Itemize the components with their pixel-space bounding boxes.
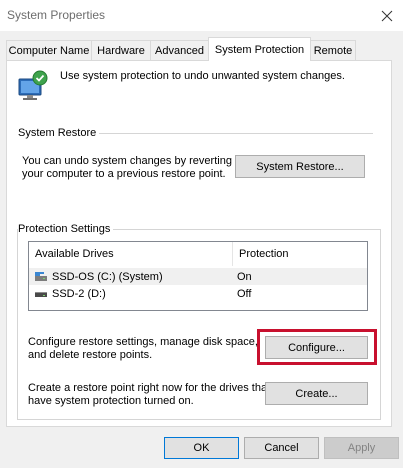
column-header-protection[interactable]: Protection xyxy=(233,242,367,266)
tab-remote[interactable]: Remote xyxy=(310,40,356,60)
group-label-system-restore: System Restore xyxy=(18,127,100,139)
intro-text: Use system protection to undo unwanted s… xyxy=(60,70,345,82)
group-border-bottom xyxy=(17,419,381,420)
drive-protection: Off xyxy=(237,287,252,300)
column-header-available-drives[interactable]: Available Drives xyxy=(29,242,232,266)
group-border-right xyxy=(380,229,381,419)
system-restore-description: You can undo system changes by reverting… xyxy=(22,155,232,181)
tab-system-protection[interactable]: System Protection xyxy=(208,37,311,61)
list-item[interactable]: SSD-2 (D:) Off xyxy=(29,285,367,302)
drive-name: SSD-2 (D:) xyxy=(52,287,106,300)
system-restore-button[interactable]: System Restore... xyxy=(235,155,365,178)
tab-label: Computer Name xyxy=(8,44,90,57)
create-description: Create a restore point right now for the… xyxy=(28,382,270,408)
create-button[interactable]: Create... xyxy=(265,382,368,405)
close-icon xyxy=(381,10,393,21)
highlight-annotation xyxy=(257,329,377,365)
group-border-top xyxy=(110,229,380,230)
list-item[interactable]: SSD-OS (C:) (System) On xyxy=(29,268,367,285)
configure-description: Configure restore settings, manage disk … xyxy=(28,336,258,362)
window-title: System Properties xyxy=(7,8,106,22)
tab-advanced[interactable]: Advanced xyxy=(150,40,209,60)
drive-icon xyxy=(35,292,47,297)
drives-list[interactable]: Available Drives Protection SSD-OS (C:) … xyxy=(28,241,368,311)
system-protection-icon xyxy=(18,70,48,100)
drive-protection: On xyxy=(237,270,252,283)
group-border-top xyxy=(97,133,373,134)
ok-button[interactable]: OK xyxy=(164,437,239,459)
group-label-protection-settings: Protection Settings xyxy=(18,223,114,235)
tab-label: Advanced xyxy=(155,44,204,57)
tab-label: Hardware xyxy=(97,44,145,57)
description-line: Configure restore settings, manage disk … xyxy=(28,336,258,348)
list-header: Available Drives Protection xyxy=(29,242,367,266)
description-line: and delete restore points. xyxy=(28,349,153,361)
cancel-button[interactable]: Cancel xyxy=(244,437,319,459)
apply-button[interactable]: Apply xyxy=(324,437,399,459)
tab-computer-name[interactable]: Computer Name xyxy=(6,40,92,60)
tab-label: System Protection xyxy=(214,43,305,56)
description-line: have system protection turned on. xyxy=(28,395,194,407)
tab-label: Remote xyxy=(313,44,353,57)
description-line: Create a restore point right now for the… xyxy=(28,382,271,394)
drive-name: SSD-OS (C:) (System) xyxy=(52,270,163,283)
description-line: your computer to a previous restore poin… xyxy=(22,168,226,180)
group-border-left xyxy=(17,229,18,419)
tab-hardware[interactable]: Hardware xyxy=(91,40,151,60)
description-line: You can undo system changes by reverting xyxy=(22,155,232,167)
close-button[interactable] xyxy=(372,1,402,30)
system-drive-icon xyxy=(35,272,47,281)
